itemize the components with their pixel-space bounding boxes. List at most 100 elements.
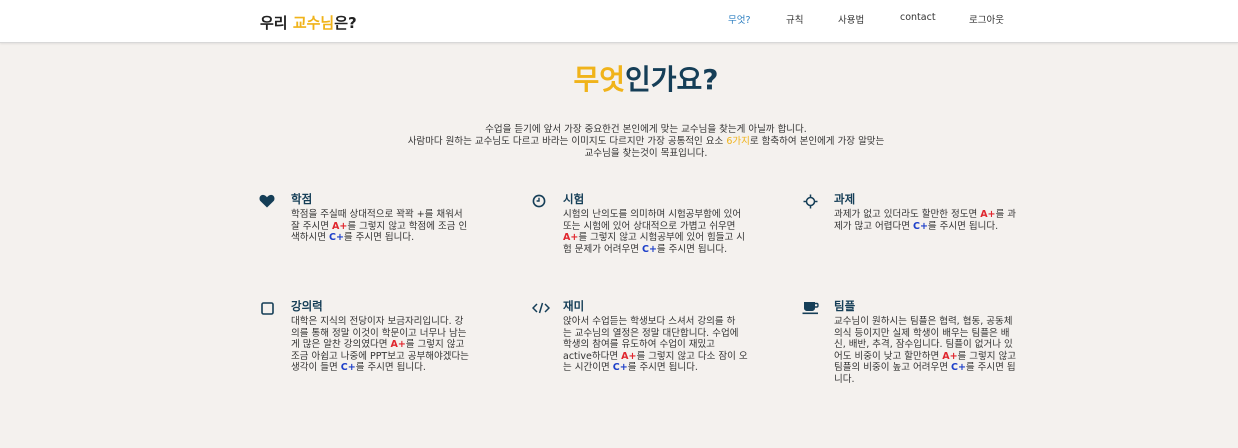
description-text: 를 주시면 됩니다. [627, 362, 698, 374]
description-line: 색하시면 C+를 주시면 됩니다. [291, 232, 503, 244]
description-line: 니다. [834, 374, 1046, 386]
description-line: 팀플의 비중이 높고 어려우면 C+를 주시면 됩 [834, 362, 1046, 374]
description-line: 험 문제가 어려우면 C+를 주시면 됩니다. [563, 244, 775, 256]
brand-suffix: 은? [334, 14, 357, 32]
description-line: active하다면 A+를 그렇지 않고 다소 잠이 오 [563, 351, 775, 363]
description-line: 앉아서 수업듣는 학생보다 스셔서 강의를 하 [563, 316, 775, 328]
description-text: 를 그렇지 않고 [957, 350, 1017, 362]
description-line: 는 교수님의 열정은 정말 대단합니다. 수업에 [563, 328, 775, 340]
description-text: 는 시간이면 [563, 362, 613, 374]
feature-description: 교수님이 원하시는 팀플은 협력, 협동, 공동체 의식 등이지만 실제 학생이 … [834, 316, 1046, 386]
feature-description: 대학은 지식의 전당이자 보금자리입니다. 강 의를 통해 정말 이것이 학문이고… [291, 316, 503, 374]
nav-link-contact[interactable]: contact [900, 12, 936, 23]
description-text: 니다. [834, 373, 855, 385]
description-text: 조금 아쉽고 나중에 PPT보고 공부해야겠다는 [291, 350, 469, 362]
description-text: 를 그렇지 않고 [405, 339, 465, 351]
description-text: 생각이 들면 [291, 362, 341, 374]
feature-description: 과제가 없고 있더라도 할만한 정도면 A+를 과 제가 많고 어렵다면 C+를 … [834, 209, 1046, 232]
nav-link-logout[interactable]: 로그아웃 [969, 12, 1004, 26]
description-line: 생각이 들면 C+를 주시면 됩니다. [291, 362, 503, 374]
grade-c-plus: C+ [950, 362, 966, 374]
description-line: 대학은 지식의 전당이자 보금자리입니다. 강 [291, 316, 503, 328]
page-title-highlight: 무엇 [573, 63, 625, 96]
description-line: 조금 아쉽고 나중에 PPT보고 공부해야겠다는 [291, 351, 503, 363]
heart-icon [259, 193, 275, 209]
description-line: 는 시간이면 C+를 주시면 됩니다. [563, 362, 775, 374]
description-line: 의를 통해 정말 이것이 학문이고 너무나 남는 [291, 328, 503, 340]
feature-description: 학점을 주실때 상대적으로 꽉꽉 +를 채워서 잘 주시면 A+를 그렇지 않고 … [291, 209, 503, 244]
description-line: 교수님이 원하시는 팀플은 협력, 협동, 공동체 [834, 316, 1046, 328]
description-line: 학생의 참여를 유도하여 수업이 재밌고 [563, 339, 775, 351]
intro-highlight: 6가지 [726, 136, 750, 147]
description-text: 의식 등이지만 실제 학생이 배우는 팀플은 배 [834, 327, 1010, 339]
description-text: 제가 많고 어렵다면 [834, 220, 913, 232]
intro-text: 수업을 듣기에 앞서 가장 중요한건 본인에게 맞는 교수님을 찾는게 아닐까 … [0, 124, 1238, 160]
description-line: 과제가 없고 있더라도 할만한 정도면 A+를 과 [834, 209, 1046, 221]
description-text: 를 주시면 됩니다. [656, 243, 728, 255]
grade-a-plus: A+ [621, 350, 637, 362]
feature-title: 재미 [563, 299, 585, 313]
feature-description: 앉아서 수업듣는 학생보다 스셔서 강의를 하는 교수님의 열정은 정말 대단합… [563, 316, 775, 374]
feature-title: 과제 [834, 192, 856, 206]
description-text: 를 그렇지 않고 시험공부에 있어 힘들고 시 [578, 232, 746, 244]
grade-c-plus: C+ [641, 243, 657, 255]
clock-icon [531, 193, 547, 209]
description-text: 대학은 지식의 전당이자 보금자리입니다. 강 [291, 316, 464, 327]
description-line: 의식 등이지만 실제 학생이 배우는 팀플은 배 [834, 328, 1046, 340]
description-line: 게 많은 알찬 강의였다면 A+를 그렇지 않고 [291, 339, 503, 351]
description-text: 를 과 [995, 209, 1017, 220]
feature-title: 팀플 [834, 299, 856, 313]
nav-link-rules[interactable]: 규칙 [786, 12, 803, 26]
grade-c-plus: C+ [328, 232, 344, 244]
intro-line: 수업을 듣기에 앞서 가장 중요한건 본인에게 맞는 교수님을 찾는게 아닐까 … [485, 124, 807, 135]
brand-highlight: 교수님 [292, 14, 335, 32]
top-navbar: 우리 교수님은? 무엇? 규칙 사용법 contact 로그아웃 [0, 0, 1238, 43]
grade-a-plus: A+ [563, 232, 579, 244]
grade-c-plus: C+ [612, 362, 628, 374]
square-icon [259, 300, 275, 316]
feature-title: 강의력 [291, 299, 323, 313]
description-line: 학점을 주실때 상대적으로 꽉꽉 +를 채워서 [291, 209, 503, 221]
description-text: active하다면 [563, 350, 622, 362]
feature-description: 시험의 난의도를 의미하며 시험공부함에 있어 또는 시험에 있어 상대적으로 가… [563, 209, 775, 255]
description-text: 는 교수님의 열정은 정말 대단합니다. 수업에 [563, 327, 739, 339]
brand-prefix: 우리 [260, 14, 293, 32]
description-text: 교수님이 원하시는 팀플은 협력, 협동, 공동체 [834, 316, 1013, 327]
description-text: 게 많은 알찬 강의였다면 [291, 339, 391, 351]
description-text: 를 주시면 됩니다. [355, 362, 426, 374]
description-line: 시험의 난의도를 의미하며 시험공부함에 있어 [563, 209, 775, 221]
coffee-cup-icon [802, 300, 820, 316]
description-text: 잘 주시면 [291, 220, 332, 232]
description-text: 를 주시면 됩니다. [927, 220, 999, 232]
description-text: 의를 통해 정말 이것이 학문이고 너무나 남는 [291, 327, 467, 339]
description-text: 어도 비중이 낮고 할만하면 [834, 350, 943, 362]
code-icon [531, 300, 551, 316]
description-line: 잘 주시면 A+를 그렇지 않고 학점에 조금 인 [291, 221, 503, 233]
description-line: 또는 시험에 있어 상대적으로 가볍고 쉬우면 [563, 221, 775, 233]
intro-line: 교수님을 찾는것이 목표입니다. [584, 148, 708, 159]
crosshair-icon [802, 193, 818, 209]
description-text: 를 그렇지 않고 학점에 조금 인 [347, 220, 468, 232]
description-text: 시험의 난의도를 의미하며 시험공부함에 있어 [563, 209, 742, 220]
page-title-rest: 인가요? [625, 63, 719, 96]
description-text: 학점을 주실때 상대적으로 꽉꽉 +를 채워서 [291, 209, 463, 220]
description-line: 제가 많고 어렵다면 C+를 주시면 됩니다. [834, 221, 1046, 233]
description-text: 학생의 참여를 유도하여 수업이 재밌고 [563, 339, 715, 351]
nav-link-usage[interactable]: 사용법 [838, 12, 864, 26]
grade-c-plus: C+ [340, 362, 356, 374]
grade-a-plus: A+ [980, 209, 996, 220]
feature-title: 학점 [291, 192, 313, 206]
description-text: 앉아서 수업듣는 학생보다 스셔서 강의를 하 [563, 316, 736, 327]
description-text: 를 주시면 됩 [965, 362, 1016, 374]
description-text: 또는 시험에 있어 상대적으로 가볍고 쉬우면 [563, 220, 736, 232]
nav-link-what[interactable]: 무엇? [728, 12, 751, 26]
description-text: 과제가 없고 있더라도 할만한 정도면 [834, 209, 981, 220]
description-text: 색하시면 [291, 232, 329, 244]
brand-logo[interactable]: 우리 교수님은? [260, 12, 357, 33]
feature-title: 시험 [563, 192, 585, 206]
description-text: 신, 배반, 추격, 잠수입니다. 팀플이 없거나 있 [834, 339, 1013, 351]
grade-a-plus: A+ [942, 350, 958, 362]
description-line: 신, 배반, 추격, 잠수입니다. 팀플이 없거나 있 [834, 339, 1046, 351]
grade-a-plus: A+ [332, 220, 348, 232]
description-text: 를 그렇지 않고 다소 잠이 오 [636, 350, 748, 362]
